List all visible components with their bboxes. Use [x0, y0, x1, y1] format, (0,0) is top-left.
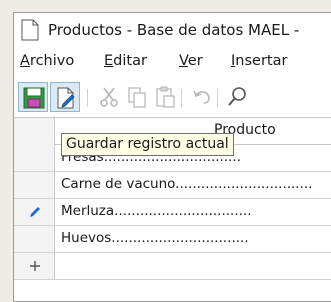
cut-button[interactable]	[94, 82, 124, 112]
copy-button[interactable]	[122, 82, 152, 112]
cut-icon	[100, 87, 118, 107]
paste-button[interactable]	[150, 82, 180, 112]
table-row[interactable]: Carne de vacuno.........................…	[14, 172, 331, 199]
copy-icon	[128, 87, 146, 108]
table-row-new[interactable]	[14, 253, 331, 280]
edit-document-button[interactable]	[50, 82, 80, 112]
menu-ver-mnemonic: V	[179, 53, 188, 69]
save-record-icon	[23, 87, 45, 109]
table-cell[interactable]: Huevos................................	[61, 230, 249, 246]
toolbar-separator	[87, 89, 88, 107]
toolbar	[14, 77, 331, 117]
table-cell[interactable]: Merluza................................	[61, 203, 252, 219]
window-title: Productos - Base de datos MAEL -	[48, 21, 300, 39]
row-selector[interactable]	[14, 199, 55, 225]
search-icon	[228, 87, 246, 106]
menu-editar[interactable]: Editar	[104, 53, 147, 69]
menu-archivo-mnemonic: A	[20, 53, 30, 69]
menu-insertar-label: nsertar	[235, 53, 288, 69]
cell-value: Carne de vacuno	[61, 176, 176, 192]
title-bar: Productos - Base de datos MAEL -	[14, 13, 331, 47]
edit-document-icon	[57, 87, 75, 109]
toolbar-separator	[181, 89, 182, 107]
cell-dots: ................................	[111, 230, 249, 246]
cell-value: Merluza	[61, 203, 115, 219]
database-form-window: Productos - Base de datos MAEL - Archivo…	[13, 12, 331, 302]
menu-archivo-label: rchivo	[29, 53, 75, 69]
menu-archivo[interactable]: Archivo	[20, 53, 74, 69]
row-selector[interactable]	[14, 226, 55, 252]
table-row[interactable]: Merluza................................	[14, 199, 331, 226]
menu-editar-mnemonic: E	[104, 53, 114, 69]
menu-ver[interactable]: Ver	[179, 53, 203, 69]
row-selector[interactable]	[14, 145, 55, 171]
document-icon	[21, 19, 39, 41]
save-record-button[interactable]	[18, 82, 48, 112]
table-row[interactable]: Huevos................................	[14, 226, 331, 253]
search-button[interactable]	[222, 82, 252, 112]
tooltip-save-record: Guardar registro actual	[61, 133, 234, 156]
row-selector[interactable]	[14, 172, 55, 198]
cell-dots: ................................	[175, 176, 313, 192]
edit-pencil-icon	[30, 207, 40, 217]
undo-button[interactable]	[187, 82, 217, 112]
undo-icon	[193, 90, 210, 104]
cell-dots: ................................	[114, 203, 252, 219]
toolbar-separator	[217, 89, 218, 107]
menu-bar: Archivo Editar Ver Insertar	[14, 47, 331, 77]
menu-insertar[interactable]: Insertar	[231, 53, 287, 69]
paste-icon	[156, 86, 175, 108]
menu-ver-label: er	[187, 53, 203, 69]
table-corner[interactable]	[14, 118, 55, 145]
table-cell[interactable]: Carne de vacuno.........................…	[61, 176, 312, 192]
new-row-icon	[30, 261, 40, 271]
row-selector[interactable]	[14, 253, 55, 279]
cell-value: Huevos	[61, 230, 112, 246]
menu-editar-label: ditar	[113, 53, 147, 69]
